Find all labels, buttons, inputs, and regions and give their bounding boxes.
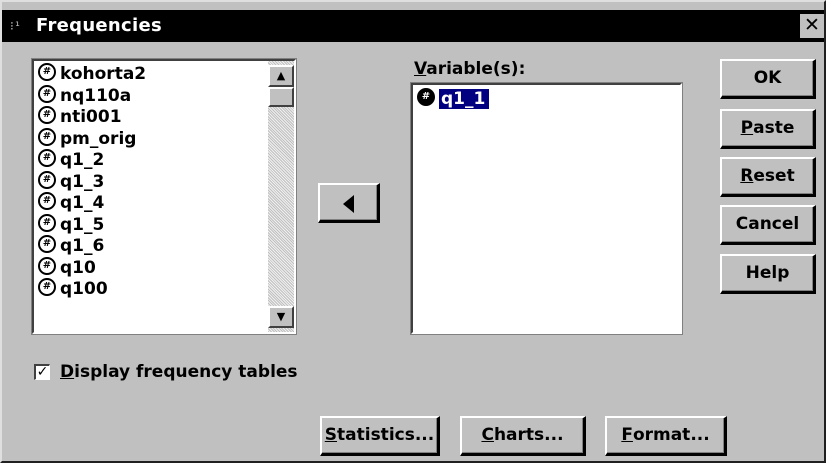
variables-label-text: ariable(s): xyxy=(426,59,526,79)
list-item[interactable]: # q1_2 xyxy=(38,149,268,172)
numeric-variable-icon: # xyxy=(38,235,56,253)
numeric-variable-icon: # xyxy=(38,84,56,103)
vertical-scrollbar[interactable]: ▲ ▼ xyxy=(268,61,294,332)
help-label: Help xyxy=(745,263,790,283)
numeric-variable-icon: # xyxy=(38,213,56,232)
move-variable-button[interactable] xyxy=(318,183,380,223)
variables-label-accel: V xyxy=(414,59,427,79)
variables-label: Variable(s): xyxy=(414,59,525,79)
variable-name: q10 xyxy=(60,257,96,278)
variable-name: q1_4 xyxy=(60,193,105,213)
paste-accel: P xyxy=(740,118,754,138)
list-item[interactable]: # pm_orig xyxy=(38,127,268,151)
help-button[interactable]: Help xyxy=(720,254,816,294)
charts-label: Charts... xyxy=(481,418,563,453)
list-item[interactable]: # q1_4 xyxy=(38,192,268,215)
numeric-variable-icon: # xyxy=(38,170,56,189)
list-item[interactable]: # q10 xyxy=(38,256,268,280)
paste-label: Paste xyxy=(741,111,795,146)
statistics-label: Statistics... xyxy=(325,418,434,453)
list-item[interactable]: # q1_5 xyxy=(38,213,268,237)
format-label: Format... xyxy=(621,418,709,453)
title-bar[interactable]: ⁝¹ Frequencies ✕ xyxy=(2,10,824,42)
variable-name: q1_5 xyxy=(60,214,105,235)
variable-name: q1_1 xyxy=(439,89,490,109)
numeric-variable-icon: # xyxy=(38,256,56,275)
statistics-accel: S xyxy=(324,425,338,445)
numeric-variable-icon: # xyxy=(38,192,56,210)
list-item[interactable]: # q100 xyxy=(38,278,268,301)
selected-variable-items: # q1_1 xyxy=(417,88,490,111)
scroll-up-button[interactable]: ▲ xyxy=(268,65,294,87)
scroll-thumb[interactable] xyxy=(268,87,294,107)
paste-button[interactable]: Paste xyxy=(720,109,816,149)
window-menu-icon[interactable]: ⁝¹ xyxy=(10,18,32,34)
cancel-button[interactable]: Cancel xyxy=(720,205,816,245)
list-item[interactable]: # nq110a xyxy=(38,84,268,108)
list-item[interactable]: # q1_3 xyxy=(38,170,268,194)
display-tables-accel: D xyxy=(60,362,75,382)
format-text: ormat... xyxy=(632,425,710,445)
title-separator xyxy=(2,42,824,44)
selected-variables-list[interactable]: # q1_1 xyxy=(411,83,682,334)
variable-name: pm_orig xyxy=(60,128,137,149)
numeric-variable-icon: # xyxy=(417,88,435,106)
reset-label: Reset xyxy=(740,159,794,194)
left-arrow-icon xyxy=(343,195,354,213)
charts-button[interactable]: Charts... xyxy=(460,416,586,456)
reset-button[interactable]: Reset xyxy=(720,157,816,197)
statistics-text: tatistics... xyxy=(337,425,435,445)
variable-name: nti001 xyxy=(60,107,122,127)
cancel-label: Cancel xyxy=(735,214,800,234)
format-button[interactable]: Format... xyxy=(605,416,727,456)
checkmark-icon: ✓ xyxy=(36,364,49,380)
close-button[interactable]: ✕ xyxy=(800,14,824,38)
numeric-variable-icon: # xyxy=(38,63,56,81)
numeric-variable-icon: # xyxy=(38,127,56,146)
display-frequency-tables-label[interactable]: Display frequency tables xyxy=(60,362,298,382)
variable-name: kohorta2 xyxy=(60,64,147,84)
format-accel: F xyxy=(621,425,633,445)
numeric-variable-icon: # xyxy=(38,278,56,296)
variable-name: q100 xyxy=(60,279,108,299)
list-item[interactable]: # kohorta2 xyxy=(38,63,268,86)
scroll-down-button[interactable]: ▼ xyxy=(268,306,294,328)
frequencies-dialog: ⁝¹ Frequencies ✕ # kohorta2 # nq110a # nti001… xyxy=(0,0,826,463)
list-item[interactable]: # q1_1 xyxy=(417,88,490,111)
scroll-up-icon: ▲ xyxy=(276,69,286,82)
list-item[interactable]: # q1_6 xyxy=(38,235,268,258)
variable-name: nq110a xyxy=(60,85,132,106)
scroll-down-icon: ▼ xyxy=(276,310,286,323)
variable-name: q1_6 xyxy=(60,236,105,256)
window-title: Frequencies xyxy=(36,15,163,36)
variable-name: q1_3 xyxy=(60,171,105,192)
charts-accel: C xyxy=(481,425,494,445)
source-variable-list[interactable]: # kohorta2 # nq110a # nti001 # pm_orig # q1_2 # q1_… xyxy=(32,59,296,334)
display-frequency-tables-checkbox[interactable]: ✓ xyxy=(34,364,50,380)
source-variable-items: # kohorta2 # nq110a # nti001 # pm_orig # q1_2 # q1_… xyxy=(38,63,268,301)
numeric-variable-icon: # xyxy=(38,106,56,124)
variable-name: q1_2 xyxy=(60,150,105,170)
list-item[interactable]: # nti001 xyxy=(38,106,268,129)
paste-text: aste xyxy=(753,118,795,138)
statistics-button[interactable]: Statistics... xyxy=(320,416,440,456)
charts-text: harts... xyxy=(493,425,564,445)
numeric-variable-icon: # xyxy=(38,149,56,167)
display-tables-text: isplay frequency tables xyxy=(74,362,298,382)
reset-text: eset xyxy=(753,166,795,186)
reset-accel: R xyxy=(740,166,754,186)
ok-label: OK xyxy=(753,68,782,88)
ok-button[interactable]: OK xyxy=(720,59,816,99)
